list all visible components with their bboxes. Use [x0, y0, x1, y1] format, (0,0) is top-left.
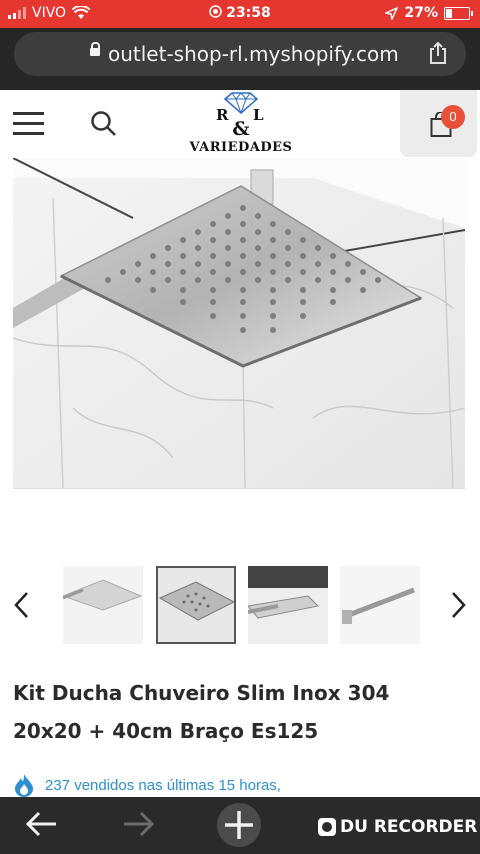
clock: 23:58: [226, 5, 271, 21]
search-icon[interactable]: [90, 110, 118, 138]
browser-toolbar: DU RECORDER: [0, 797, 480, 854]
logo-name: VARIEDADES: [189, 140, 293, 155]
hamburger-menu-icon[interactable]: [13, 112, 44, 136]
thumbnail-carousel: [0, 560, 480, 650]
battery-icon: [444, 6, 473, 20]
product-title: Kit Ducha Chuveiro Slim Inox 304 20x20 +…: [13, 674, 453, 750]
thumbnail-2[interactable]: [156, 566, 236, 644]
flame-icon: [15, 774, 33, 797]
chevron-left-icon[interactable]: [12, 590, 30, 620]
thumbnail-1[interactable]: [63, 566, 143, 644]
thumbnail-3[interactable]: [248, 566, 328, 644]
share-icon[interactable]: [428, 41, 448, 65]
shower-head-image: [13, 158, 465, 488]
sales-notice: 237 vendidos nas últimas 15 horas,: [13, 772, 473, 798]
forward-arrow-icon[interactable]: [122, 809, 156, 839]
recorder-watermark: DU RECORDER: [318, 817, 477, 837]
product-title-line-2: 20x20 + 40cm Braço Es125: [13, 719, 319, 743]
status-bar: VIVO 23:58 27%: [0, 0, 480, 28]
address-bar[interactable]: outlet-shop-rl.myshopify.com: [14, 32, 466, 76]
video-recorder-icon: [318, 818, 336, 836]
store-logo[interactable]: R L & VARIEDADES: [176, 92, 306, 156]
chevron-right-icon[interactable]: [450, 590, 468, 620]
product-title-line-1: Kit Ducha Chuveiro Slim Inox 304: [13, 681, 390, 705]
url-text: outlet-shop-rl.myshopify.com: [108, 42, 399, 66]
plus-icon: [225, 811, 253, 839]
sales-notice-text: 237 vendidos nas últimas 15 horas,: [45, 776, 281, 794]
product-main-image[interactable]: [13, 158, 465, 489]
new-tab-button[interactable]: [217, 803, 261, 847]
browser-address-area: outlet-shop-rl.myshopify.com: [0, 28, 480, 90]
cart-count-badge: 0: [441, 105, 465, 129]
recorder-label: DU RECORDER: [340, 817, 478, 837]
location-arrow-icon: [385, 6, 399, 20]
thumbnail-4[interactable]: [340, 566, 420, 644]
battery-percent: 27%: [404, 5, 438, 21]
lock-icon: [90, 42, 100, 56]
cart-button[interactable]: 0: [400, 90, 477, 157]
back-arrow-icon[interactable]: [24, 809, 58, 839]
logo-ampersand: &: [232, 118, 250, 140]
recording-icon: [209, 5, 222, 18]
store-header: R L & VARIEDADES 0: [0, 90, 480, 158]
